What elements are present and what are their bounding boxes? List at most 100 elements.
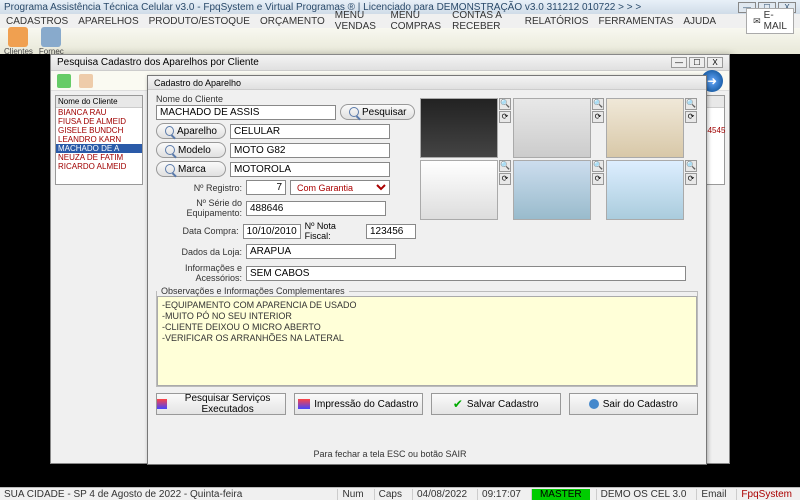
status-caps: Caps	[374, 489, 406, 500]
menu-cadastros[interactable]: CADASTROS	[6, 16, 68, 27]
modelo-input[interactable]	[230, 143, 390, 158]
photo-zoom-icon[interactable]: 🔍	[685, 98, 697, 110]
menu-ferramentas[interactable]: FERRAMENTAS	[598, 16, 673, 27]
list-item[interactable]: GISELE BUNDCH	[56, 126, 142, 135]
menu-compras[interactable]: MENU COMPRAS	[391, 10, 443, 32]
doc-icon[interactable]	[79, 74, 93, 88]
list-item-selected[interactable]: MACHADO DE A	[56, 144, 142, 153]
info-acess-input[interactable]	[246, 266, 686, 281]
list-item[interactable]: LEANDRO KARN	[56, 135, 142, 144]
search-window: Pesquisa Cadastro dos Aparelhos por Clie…	[50, 54, 730, 464]
photo-refresh-icon[interactable]: ⟳	[685, 173, 697, 185]
detail-title: Cadastro do Aparelho	[148, 76, 706, 90]
photo-zoom-icon[interactable]: 🔍	[592, 98, 604, 110]
list-item[interactable]: RICARDO ALMEID	[56, 162, 142, 171]
menu-orcamento[interactable]: ORÇAMENTO	[260, 16, 325, 27]
photo-zoom-icon[interactable]: 🔍	[499, 160, 511, 172]
sw-max[interactable]: ☐	[689, 57, 705, 68]
status-date: 04/08/2022	[412, 489, 471, 500]
status-time: 09:17:07	[477, 489, 525, 500]
label-data-compra: Data Compra:	[156, 226, 239, 236]
search-icon	[165, 164, 175, 174]
aparelho-button[interactable]: Aparelho	[156, 123, 226, 139]
app-title: Programa Assistência Técnica Celular v3.…	[4, 2, 641, 13]
status-master: MASTER	[531, 489, 590, 500]
marca-button[interactable]: Marca	[156, 161, 226, 177]
print-icon	[298, 399, 310, 409]
menu-ajuda[interactable]: AJUDA	[683, 16, 716, 27]
list-icon	[157, 399, 167, 409]
device-photo-4[interactable]	[420, 160, 498, 220]
main-area: Pesquisa Cadastro dos Aparelhos por Clie…	[0, 54, 800, 486]
photo-refresh-icon[interactable]: ⟳	[685, 111, 697, 123]
obs-textarea[interactable]: -EQUIPAMENTO COM APARENCIA DE USADO -MUI…	[157, 296, 697, 386]
photo-refresh-icon[interactable]: ⟳	[592, 111, 604, 123]
device-photo-2[interactable]	[513, 98, 591, 158]
garantia-combo[interactable]: Com Garantia	[290, 180, 390, 195]
status-demo: DEMO OS CEL 3.0	[596, 489, 691, 500]
data-compra-input[interactable]	[243, 224, 301, 239]
obs-group: Observações e Informações Complementares…	[156, 286, 698, 387]
exit-icon	[589, 399, 599, 409]
photo-refresh-icon[interactable]: ⟳	[592, 173, 604, 185]
label-serie: Nº Série do Equipamento:	[156, 198, 242, 218]
label-nota-fiscal: Nº Nota Fiscal:	[305, 221, 362, 241]
nota-fiscal-input[interactable]	[366, 224, 416, 239]
search-icon	[165, 126, 174, 136]
modelo-button[interactable]: Modelo	[156, 142, 226, 158]
device-photo-1[interactable]	[420, 98, 498, 158]
salvar-button[interactable]: ✔Salvar Cadastro	[431, 393, 561, 415]
fornec-icon[interactable]	[41, 27, 61, 47]
client-list-header: Nome do Cliente	[56, 96, 142, 108]
status-email[interactable]: Email	[696, 489, 730, 500]
menu-vendas[interactable]: MENU VENDAS	[335, 10, 381, 32]
registro-input[interactable]	[246, 180, 286, 195]
list-item[interactable]: NEUZA DE FATIM	[56, 153, 142, 162]
sw-min[interactable]: —	[671, 57, 687, 68]
label-dados-loja: Dados da Loja:	[156, 247, 242, 257]
menu-relatorios[interactable]: RELATÓRIOS	[525, 16, 589, 27]
impressao-button[interactable]: Impressão do Cadastro	[294, 393, 424, 415]
list-item[interactable]: BIANCA RAU	[56, 108, 142, 117]
label-nome-cliente: Nome do Cliente	[156, 94, 416, 104]
marca-input[interactable]	[230, 162, 390, 177]
menu-contas[interactable]: CONTAS A RECEBER	[452, 10, 515, 32]
photo-strip: 🔍⟳ 🔍⟳ 🔍⟳ 🔍⟳ 🔍⟳ 🔍⟳	[420, 98, 700, 220]
device-photo-6[interactable]	[606, 160, 684, 220]
dados-loja-input[interactable]	[246, 244, 396, 259]
status-city: SUA CIDADE - SP 4 de Agosto de 2022 - Qu…	[4, 489, 242, 500]
photo-zoom-icon[interactable]: 🔍	[499, 98, 511, 110]
sw-close[interactable]: X	[707, 57, 723, 68]
add-icon[interactable]	[57, 74, 71, 88]
device-photo-3[interactable]	[606, 98, 684, 158]
client-list[interactable]: Nome do Cliente BIANCA RAU FIUSA DE ALME…	[55, 95, 143, 185]
clientes-icon[interactable]	[8, 27, 28, 47]
search-window-title: Pesquisa Cadastro dos Aparelhos por Clie…	[57, 57, 259, 68]
bottom-buttons: Pesquisar Serviços Executados Impressão …	[156, 393, 698, 415]
list-item[interactable]: FIUSA DE ALMEID	[56, 117, 142, 126]
sair-button[interactable]: Sair do Cadastro	[569, 393, 699, 415]
photo-refresh-icon[interactable]: ⟳	[499, 111, 511, 123]
photo-zoom-icon[interactable]: 🔍	[592, 160, 604, 172]
close-hint: Para fechar a tela ESC ou botão SAIR	[51, 447, 729, 461]
label-registro: Nº Registro:	[156, 183, 242, 193]
check-icon: ✔	[453, 397, 463, 411]
nome-cliente-input[interactable]	[156, 105, 336, 120]
photo-zoom-icon[interactable]: 🔍	[685, 160, 697, 172]
serie-input[interactable]	[246, 201, 386, 216]
email-button[interactable]: ✉ E-MAIL	[746, 8, 794, 34]
search-window-titlebar: Pesquisa Cadastro dos Aparelhos por Clie…	[51, 55, 729, 71]
search-icon	[165, 145, 175, 155]
menu-produto[interactable]: PRODUTO/ESTOQUE	[149, 16, 250, 27]
statusbar: SUA CIDADE - SP 4 de Agosto de 2022 - Qu…	[0, 487, 800, 500]
servicos-button[interactable]: Pesquisar Serviços Executados	[156, 393, 286, 415]
pesquisar-button[interactable]: Pesquisar	[340, 104, 415, 120]
status-num: Num	[337, 489, 367, 500]
photo-refresh-icon[interactable]: ⟳	[499, 173, 511, 185]
obs-legend: Observações e Informações Complementares	[157, 286, 349, 296]
device-photo-5[interactable]	[513, 160, 591, 220]
status-brand: FpqSystem	[736, 489, 796, 500]
menu-aparelhos[interactable]: APARELHOS	[78, 16, 138, 27]
aparelho-input[interactable]	[230, 124, 390, 139]
label-info-acess: Informações e Acessórios:	[156, 263, 242, 283]
